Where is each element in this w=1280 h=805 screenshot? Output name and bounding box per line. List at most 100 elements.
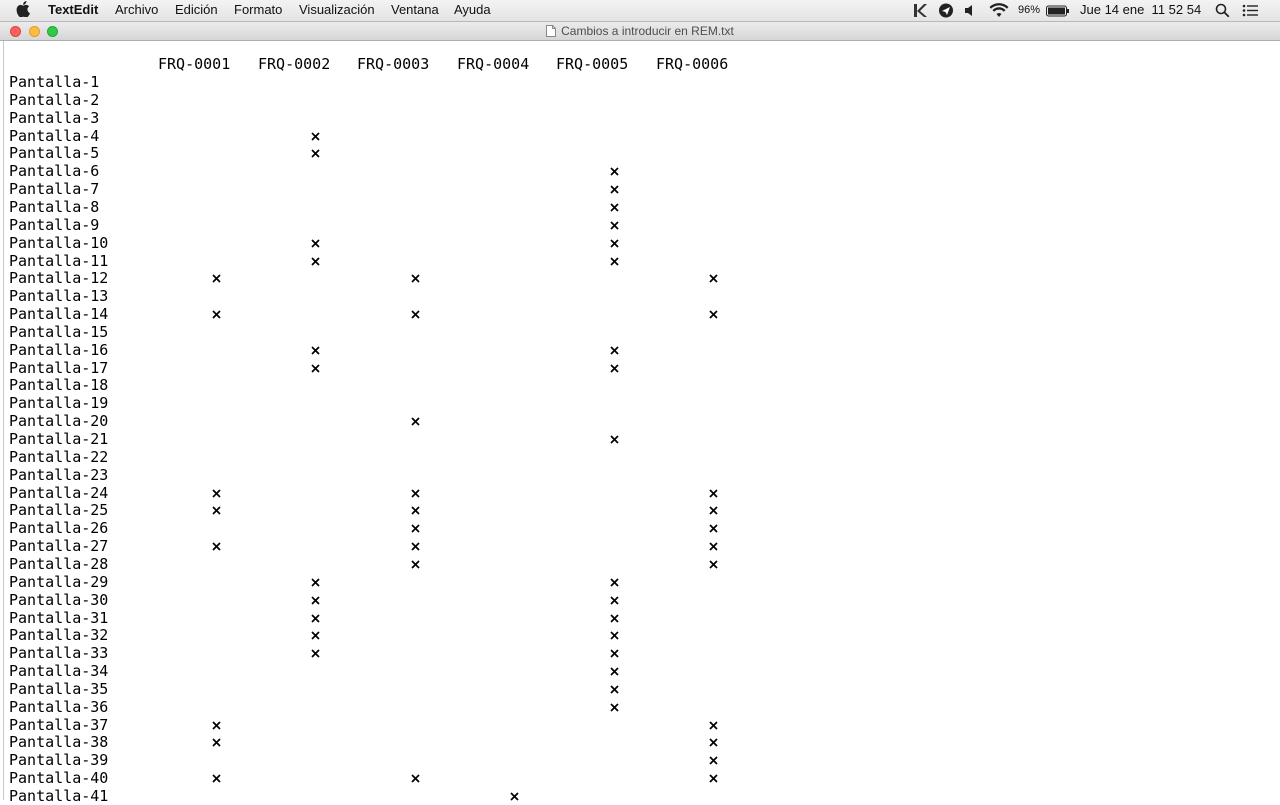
row-label: Pantalla-3 <box>9 108 100 127</box>
table-row: Pantalla-30 <box>9 591 809 609</box>
x-mark-frq-0005 <box>609 609 621 627</box>
x-mark-frq-0005 <box>609 573 621 591</box>
row-label: Pantalla-22 <box>9 447 109 466</box>
table-row: Pantalla-34 <box>9 662 809 680</box>
table-row: Pantalla-22 <box>9 448 809 466</box>
column-header-frq-0004: FRQ-0004 <box>457 55 530 73</box>
notification-center-icon[interactable] <box>1242 3 1259 18</box>
row-label: Pantalla-34 <box>9 662 109 681</box>
x-mark-frq-0006 <box>708 751 720 769</box>
x-mark-frq-0002 <box>310 591 322 609</box>
x-mark-frq-0003 <box>410 519 422 537</box>
row-label: Pantalla-29 <box>9 572 109 591</box>
x-mark-frq-0002 <box>310 573 322 591</box>
table-row: Pantalla-41 <box>9 787 809 805</box>
row-label: Pantalla-2 <box>9 90 100 109</box>
table-row: Pantalla-21 <box>9 430 809 448</box>
menu-formato[interactable]: Formato <box>234 2 282 18</box>
table-row: Pantalla-37 <box>9 716 809 734</box>
table-row: Pantalla-14 <box>9 305 809 323</box>
x-mark-frq-0002 <box>310 359 322 377</box>
row-label: Pantalla-32 <box>9 626 109 645</box>
x-mark-frq-0005 <box>609 591 621 609</box>
x-mark-frq-0003 <box>410 412 422 430</box>
table-row: Pantalla-24 <box>9 484 809 502</box>
navigation-icon[interactable] <box>938 3 954 18</box>
window-titlebar[interactable]: Cambios a introducir en REM.txt <box>0 22 1280 41</box>
row-label: Pantalla-7 <box>9 180 100 199</box>
menubar: TextEdit Archivo Edición Formato Visuali… <box>0 0 1280 22</box>
column-header-frq-0006: FRQ-0006 <box>656 55 729 73</box>
column-header-frq-0002: FRQ-0002 <box>258 55 331 73</box>
table-row: Pantalla-7 <box>9 180 809 198</box>
x-mark-frq-0005 <box>609 698 621 716</box>
menu-edicion[interactable]: Edición <box>175 2 218 18</box>
battery-icon[interactable] <box>1046 3 1070 18</box>
row-label: Pantalla-40 <box>9 769 109 788</box>
row-label: Pantalla-38 <box>9 733 109 752</box>
x-mark-frq-0005 <box>609 162 621 180</box>
row-label: Pantalla-28 <box>9 554 109 573</box>
menu-archivo[interactable]: Archivo <box>115 2 158 18</box>
x-mark-frq-0005 <box>609 216 621 234</box>
column-header-frq-0005: FRQ-0005 <box>556 55 629 73</box>
x-mark-frq-0003 <box>410 269 422 287</box>
table-row: Pantalla-32 <box>9 626 809 644</box>
text-editor-area[interactable]: FRQ-0001 FRQ-0002 FRQ-0003 FRQ-0004 FRQ-0005… <box>3 41 1280 805</box>
x-mark-frq-0006 <box>708 733 720 751</box>
k-app-icon[interactable] <box>912 3 928 18</box>
table-row: Pantalla-18 <box>9 376 809 394</box>
x-mark-frq-0005 <box>609 234 621 252</box>
row-label: Pantalla-35 <box>9 679 109 698</box>
row-label: Pantalla-21 <box>9 430 109 448</box>
row-label: Pantalla-11 <box>9 251 109 270</box>
row-label: Pantalla-6 <box>9 162 100 181</box>
row-label: Pantalla-26 <box>9 519 109 538</box>
app-menu-textedit[interactable]: TextEdit <box>48 2 98 18</box>
row-label: Pantalla-24 <box>9 483 109 502</box>
menu-ventana[interactable]: Ventana <box>391 2 439 18</box>
spotlight-icon[interactable] <box>1215 3 1230 18</box>
table-row: Pantalla-29 <box>9 573 809 591</box>
table-row: Pantalla-15 <box>9 323 809 341</box>
x-mark-frq-0005 <box>609 680 621 698</box>
wifi-icon[interactable] <box>989 3 1009 18</box>
volume-icon[interactable] <box>963 3 977 18</box>
row-label: Pantalla-17 <box>9 358 109 377</box>
row-label: Pantalla-15 <box>9 322 109 341</box>
row-label: Pantalla-41 <box>9 787 109 805</box>
row-label: Pantalla-5 <box>9 144 100 163</box>
x-mark-frq-0006 <box>708 501 720 519</box>
apple-icon[interactable] <box>16 1 32 18</box>
menubar-clock[interactable]: Jue 14 ene 11 52 54 <box>1080 2 1201 18</box>
x-mark-frq-0006 <box>708 269 720 287</box>
table-row: Pantalla-5 <box>9 144 809 162</box>
table-row: Pantalla-6 <box>9 162 809 180</box>
column-header-frq-0003: FRQ-0003 <box>357 55 430 73</box>
row-label: Pantalla-19 <box>9 394 109 413</box>
x-mark-frq-0001 <box>211 733 223 751</box>
table-row: Pantalla-31 <box>9 609 809 627</box>
battery-percentage: 96% <box>1018 4 1041 16</box>
x-mark-frq-0002 <box>310 127 322 145</box>
x-mark-frq-0004 <box>509 787 521 805</box>
menu-visualizacion[interactable]: Visualización <box>299 2 375 18</box>
x-mark-frq-0006 <box>708 305 720 323</box>
window-title-text: Cambios a introducir en REM.txt <box>561 24 734 38</box>
table-row: Pantalla-13 <box>9 287 809 305</box>
table-row: Pantalla-16 <box>9 341 809 359</box>
row-label: Pantalla-10 <box>9 233 109 252</box>
row-label: Pantalla-20 <box>9 412 109 431</box>
table-row: Pantalla-3 <box>9 109 809 127</box>
table-row: Pantalla-12 <box>9 269 809 287</box>
x-mark-frq-0005 <box>609 180 621 198</box>
table-row: Pantalla-8 <box>9 198 809 216</box>
document-icon[interactable] <box>546 25 557 37</box>
table-row: Pantalla-28 <box>9 555 809 573</box>
row-label: Pantalla-23 <box>9 465 109 484</box>
menu-ayuda[interactable]: Ayuda <box>454 2 491 18</box>
x-mark-frq-0005 <box>609 198 621 216</box>
x-mark-frq-0006 <box>708 519 720 537</box>
table-row: Pantalla-27 <box>9 537 809 555</box>
x-mark-frq-0001 <box>211 537 223 555</box>
